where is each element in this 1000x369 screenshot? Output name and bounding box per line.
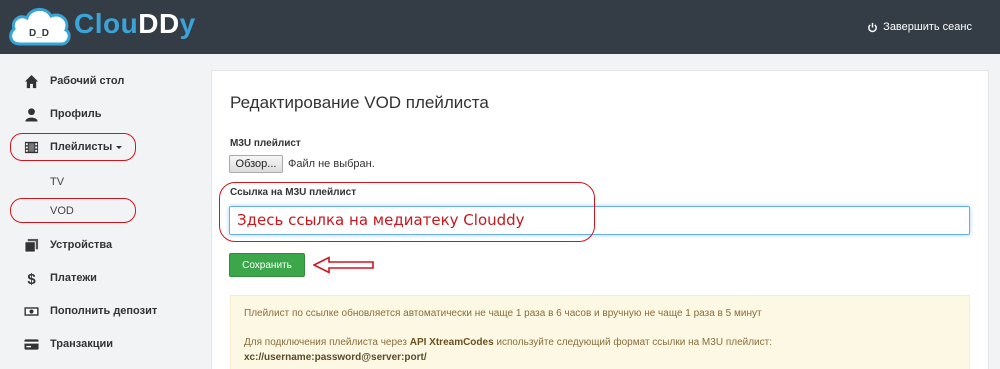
sidebar-item-deposit[interactable]: Пополнить депозит — [0, 296, 205, 326]
alert-xtream-bold: API XtreamCodes — [409, 337, 494, 348]
brand-part-2: DD — [138, 8, 180, 39]
alert-xtream-prefix: Для подключения плейлиста через — [244, 337, 410, 348]
sidebar-item-transactions[interactable]: Транзакции — [0, 329, 205, 359]
sidebar-item-dashboard[interactable]: Рабочий стол — [0, 66, 205, 96]
sidebar-item-payments[interactable]: $ Платежи — [0, 263, 205, 293]
user-icon — [22, 105, 40, 123]
sidebar-item-label: Платежи — [50, 272, 97, 284]
cloud-logo-icon: D_D — [9, 8, 71, 46]
sidebar-item-label: Устройства — [50, 239, 113, 251]
sidebar-item-profile[interactable]: Профиль — [0, 99, 205, 129]
brand-name[interactable]: ClouDDy — [74, 7, 196, 41]
sidebar-item-devices[interactable]: Устройства — [0, 230, 205, 260]
devices-icon — [22, 236, 40, 254]
sidebar-item-label: Плейлисты — [50, 141, 123, 153]
browse-file-button[interactable]: Обзор... — [229, 155, 283, 173]
alert-text-xtream: Для подключения плейлиста через API Xtre… — [244, 337, 772, 348]
playlists-label: Плейлисты — [50, 141, 113, 153]
alert-text-update: Плейлист по ссылке обновляется автоматич… — [244, 308, 762, 319]
sidebar-item-label: Рабочий стол — [50, 75, 125, 87]
top-navbar: D_D ClouDDy Завершить сеанс — [0, 0, 1000, 54]
power-icon — [868, 22, 878, 32]
m3u-playlist-label: M3U плейлист — [230, 138, 301, 149]
sidebar-item-label: Транзакции — [50, 338, 114, 350]
m3u-url-label: Ссылка на M3U плейлист — [230, 187, 357, 198]
cash-icon — [22, 302, 40, 320]
file-status-text: Файл не выбран. — [288, 158, 375, 170]
sidebar-item-label: Профиль — [50, 108, 102, 120]
save-button[interactable]: Сохранить — [229, 253, 305, 277]
m3u-url-input[interactable]: Здесь ссылка на медиатеку Clouddy — [229, 206, 970, 235]
sidebar-subitem-tv[interactable]: TV — [50, 176, 64, 188]
logout-label: Завершить сеанс — [883, 21, 972, 33]
dollar-icon: $ — [22, 269, 40, 287]
card-icon — [22, 335, 40, 353]
logout-button[interactable]: Завершить сеанс — [867, 21, 972, 33]
brand-part-1: Clou — [74, 8, 139, 39]
caret-down-icon — [116, 145, 123, 149]
alert-url-format: xc://username:password@server:port/ — [244, 352, 427, 363]
svg-text:$: $ — [27, 271, 36, 286]
home-icon — [22, 72, 40, 90]
brand-part-3: y — [179, 8, 196, 39]
sidebar-item-playlists[interactable]: Плейлисты — [0, 132, 205, 162]
logo-text: D_D — [29, 28, 49, 39]
alert-xtream-suffix: используйте следующий формат ссылки на M… — [493, 337, 772, 348]
page-title: Редактирование VOD плейлиста — [230, 93, 489, 112]
sidebar-subitem-vod[interactable]: VOD — [50, 205, 74, 217]
annotation-arrow-icon — [313, 256, 374, 274]
film-icon — [22, 138, 40, 156]
sidebar-item-label: Пополнить депозит — [50, 305, 158, 317]
